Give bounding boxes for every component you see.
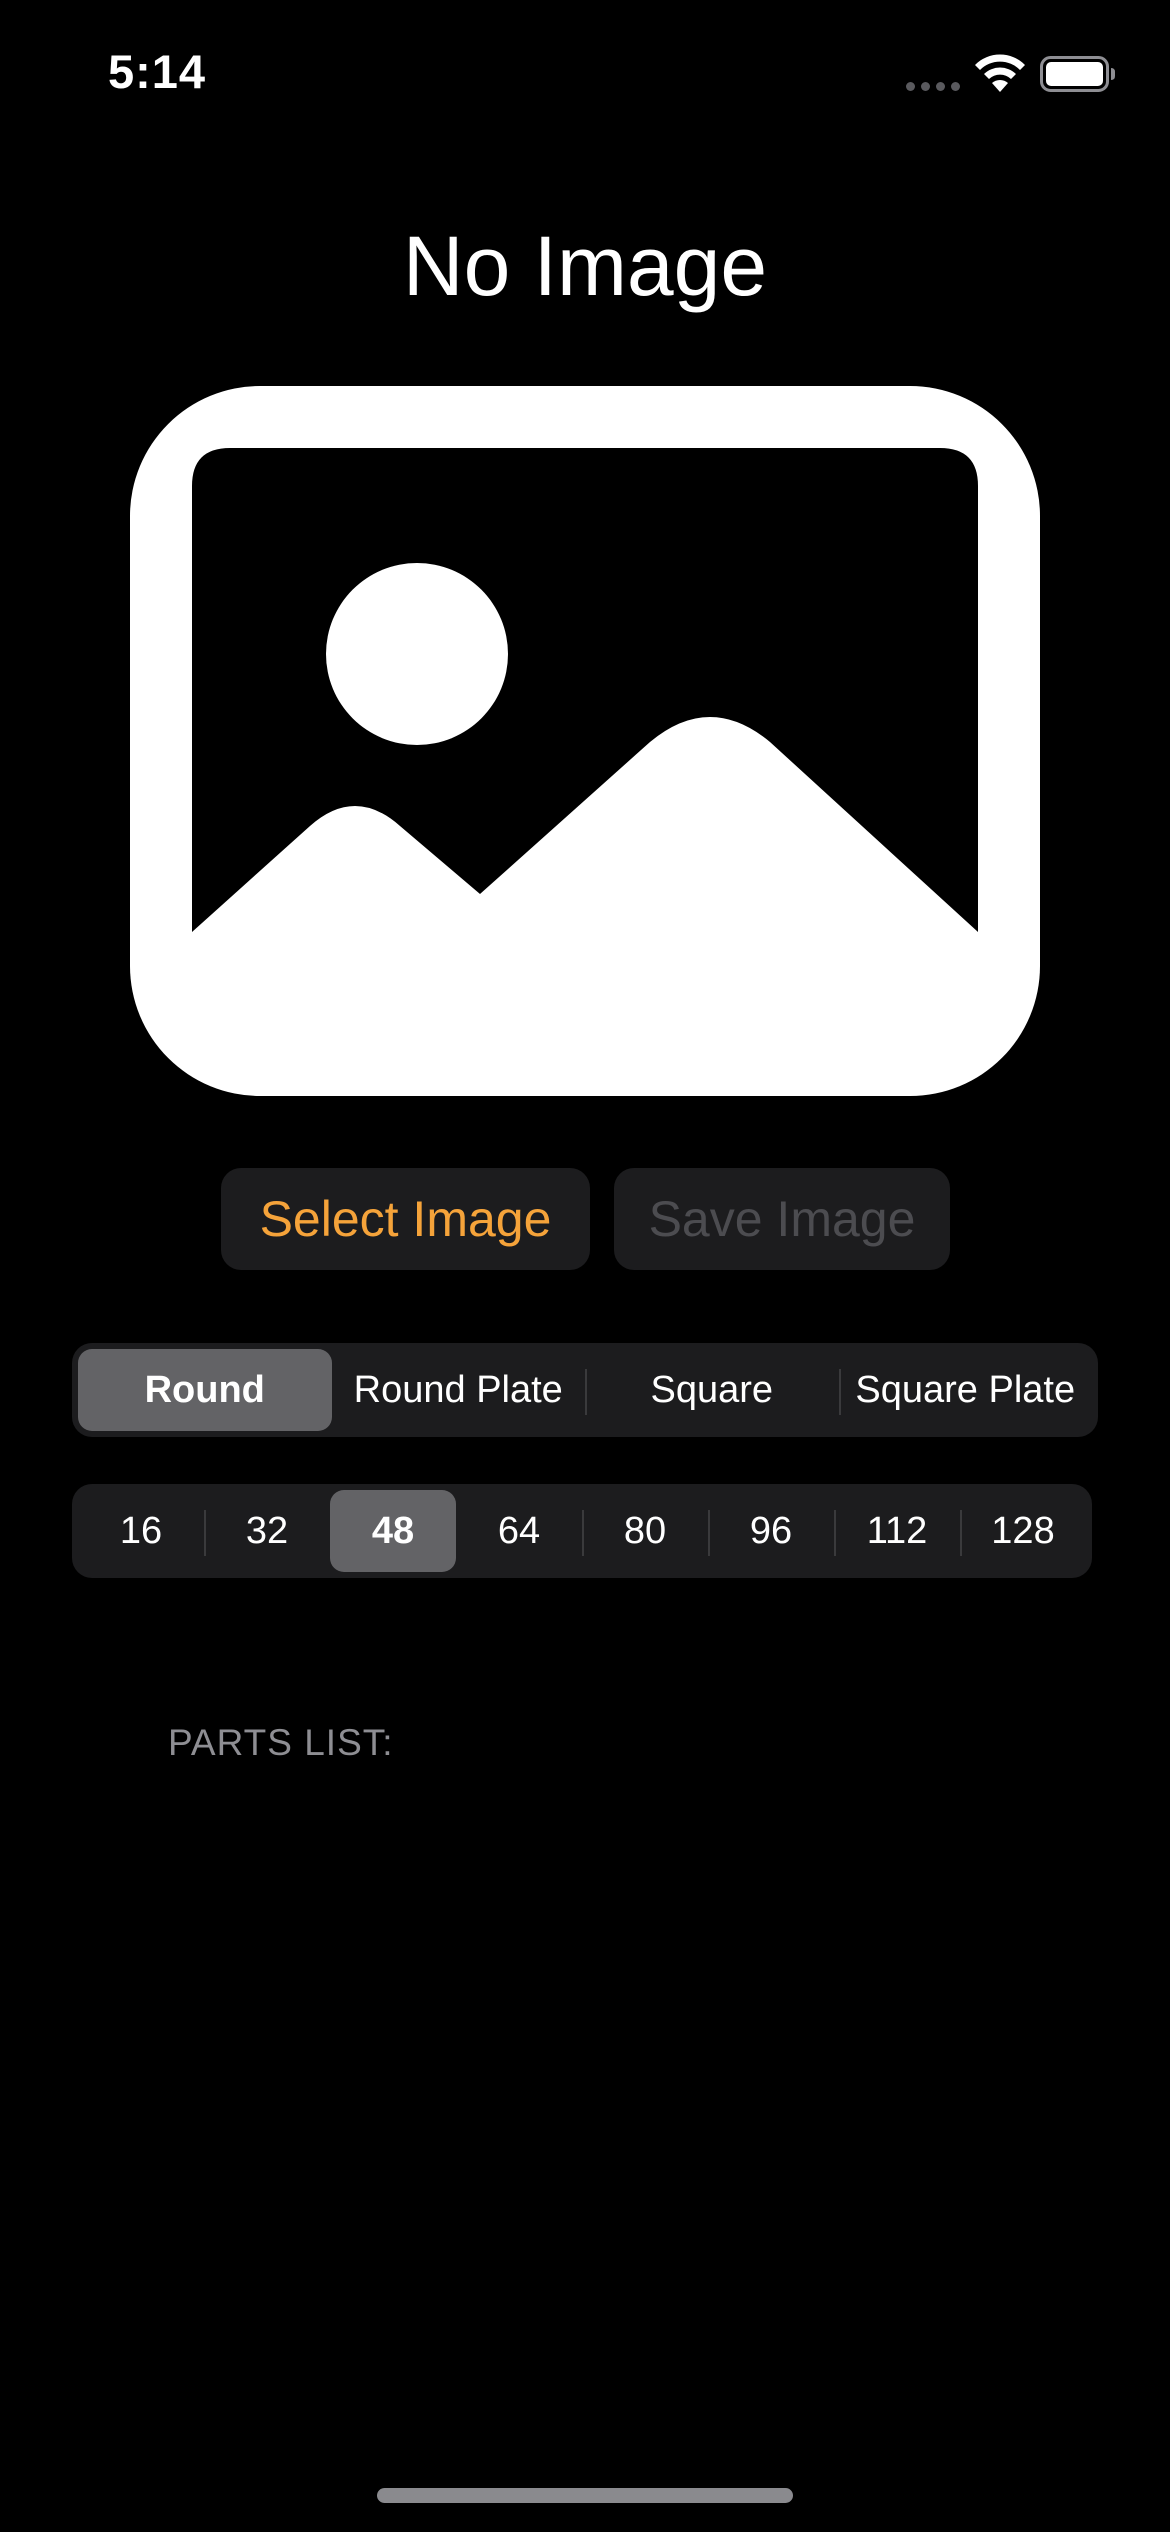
- segment-divider: [585, 1369, 587, 1415]
- segment-round[interactable]: Round: [78, 1349, 332, 1431]
- segment-label: 64: [497, 1509, 541, 1552]
- segment-label: 96: [749, 1509, 793, 1552]
- status-time: 5:14: [108, 45, 207, 98]
- status-bar: 5:14: [0, 0, 1170, 150]
- segment-round-plate[interactable]: Round Plate: [332, 1349, 586, 1431]
- segment-label: Round: [144, 1368, 265, 1411]
- segment-divider: [838, 1369, 841, 1415]
- segment-size-128[interactable]: 128: [960, 1490, 1086, 1572]
- segment-divider: [204, 1510, 206, 1556]
- parts-list-label: PARTS LIST:: [168, 1722, 394, 1763]
- segment-square-plate[interactable]: Square Plate: [838, 1349, 1093, 1431]
- size-segmented-control: 16 32 48 64 80 96 112 128: [72, 1484, 1092, 1578]
- segment-divider: [708, 1510, 710, 1556]
- segment-label: 112: [866, 1509, 928, 1552]
- segment-divider: [960, 1510, 962, 1556]
- segment-label: 80: [623, 1509, 667, 1552]
- segment-size-64[interactable]: 64: [456, 1490, 582, 1572]
- segment-label: Round Plate: [353, 1368, 563, 1411]
- segment-divider: [582, 1510, 584, 1556]
- battery-icon: [1040, 56, 1115, 92]
- segment-size-80[interactable]: 80: [582, 1490, 708, 1572]
- segment-size-32[interactable]: 32: [204, 1490, 330, 1572]
- segment-label: Square: [650, 1368, 774, 1411]
- segment-label: 48: [371, 1509, 415, 1552]
- segment-label: 32: [245, 1509, 289, 1552]
- photo-placeholder-icon: [130, 386, 1040, 1096]
- segment-size-96[interactable]: 96: [708, 1490, 834, 1572]
- segment-label: Square Plate: [855, 1368, 1076, 1411]
- page-title: No Image: [402, 219, 768, 313]
- wifi-icon: [975, 54, 1025, 92]
- segment-label: 16: [119, 1509, 163, 1552]
- segment-size-112[interactable]: 112: [834, 1490, 960, 1572]
- home-indicator[interactable]: [377, 2488, 793, 2503]
- save-image-button[interactable]: Save Image: [614, 1168, 950, 1270]
- segment-label: 128: [991, 1509, 1055, 1552]
- shape-segmented-control: Round Round Plate Square Square Plate: [72, 1343, 1098, 1437]
- segment-size-48[interactable]: 48: [330, 1490, 456, 1572]
- signal-dots-icon: [906, 82, 960, 91]
- segment-divider: [834, 1510, 836, 1556]
- select-image-button[interactable]: Select Image: [221, 1168, 590, 1270]
- segment-size-16[interactable]: 16: [78, 1490, 204, 1572]
- segment-square[interactable]: Square: [585, 1349, 839, 1431]
